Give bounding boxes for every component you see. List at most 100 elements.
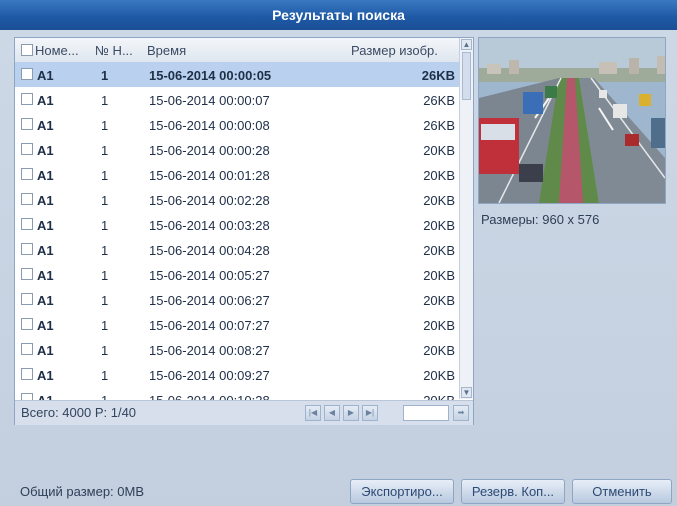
row-checkbox[interactable] (21, 143, 33, 155)
cell-camera: A1 (37, 243, 54, 258)
table-row[interactable]: A1 1 15-06-2014 00:01:28 20KB (15, 162, 459, 187)
cell-time: 15-06-2014 00:02:28 (149, 193, 270, 208)
cell-channel: 1 (101, 293, 109, 308)
table-row[interactable]: A1 1 15-06-2014 00:09:27 20KB (15, 362, 459, 387)
cell-channel: 1 (101, 243, 109, 258)
row-checkbox[interactable] (21, 193, 33, 205)
export-button[interactable]: Экспортиро... (350, 479, 454, 504)
table-row[interactable]: A1 1 15-06-2014 00:03:28 20KB (15, 212, 459, 237)
cell-time: 15-06-2014 00:01:28 (149, 168, 270, 183)
cell-channel: 1 (101, 68, 109, 83)
cell-time: 15-06-2014 00:00:28 (149, 143, 270, 158)
cell-time: 15-06-2014 00:09:27 (149, 368, 270, 383)
page-number-input[interactable] (403, 405, 449, 421)
cell-time: 15-06-2014 00:05:27 (149, 268, 270, 283)
cell-camera: A1 (37, 218, 54, 233)
cell-size: 26KB (423, 118, 455, 133)
cell-channel: 1 (101, 218, 109, 233)
cell-size: 20KB (423, 193, 455, 208)
total-count: Всего: 4000 P: 1/40 (21, 405, 137, 420)
cell-channel: 1 (101, 118, 109, 133)
vertical-scrollbar[interactable]: ▲ ▼ (459, 38, 473, 399)
column-header-camera[interactable]: Номе... (35, 43, 79, 58)
table-body: A1 1 15-06-2014 00:00:05 26KB A1 1 15-06-2014 … (15, 62, 459, 412)
table-row[interactable]: A1 1 15-06-2014 00:00:08 26KB (15, 112, 459, 137)
row-checkbox[interactable] (21, 318, 33, 330)
table-row[interactable]: A1 1 15-06-2014 00:02:28 20KB (15, 187, 459, 212)
cancel-button[interactable]: Отменить (572, 479, 672, 504)
cell-size: 20KB (423, 318, 455, 333)
bottom-bar: Общий размер: 0MB Экспортиро... Резерв. … (0, 466, 677, 506)
table-row[interactable]: A1 1 15-06-2014 00:04:28 20KB (15, 237, 459, 262)
next-page-icon[interactable]: ▶ (343, 405, 359, 421)
backup-button[interactable]: Резерв. Коп... (461, 479, 565, 504)
list-footer: Всего: 4000 P: 1/40 |◀ ◀ ▶ ▶| ➡ (15, 400, 473, 425)
cell-size: 26KB (423, 93, 455, 108)
row-checkbox[interactable] (21, 118, 33, 130)
column-header-time[interactable]: Время (147, 43, 186, 58)
highway-photo (479, 38, 665, 203)
preview-dimensions: Размеры: 960 x 576 (481, 212, 600, 227)
row-checkbox[interactable] (21, 268, 33, 280)
table-row[interactable]: A1 1 15-06-2014 00:00:05 26KB (15, 62, 459, 87)
column-header-size[interactable]: Размер изобр. (351, 43, 438, 58)
scroll-thumb[interactable] (462, 52, 471, 100)
table-row[interactable]: A1 1 15-06-2014 00:07:27 20KB (15, 312, 459, 337)
row-checkbox[interactable] (21, 93, 33, 105)
cell-camera: A1 (37, 93, 54, 108)
prev-page-icon[interactable]: ◀ (324, 405, 340, 421)
cell-size: 20KB (423, 268, 455, 283)
cell-camera: A1 (37, 293, 54, 308)
row-checkbox[interactable] (21, 218, 33, 230)
table-row[interactable]: A1 1 15-06-2014 00:00:07 26KB (15, 87, 459, 112)
total-size-label: Общий размер: 0MB (20, 484, 145, 499)
cell-camera: A1 (37, 118, 54, 133)
select-all-checkbox[interactable] (21, 44, 33, 56)
cell-camera: A1 (37, 193, 54, 208)
cell-channel: 1 (101, 193, 109, 208)
cell-size: 20KB (423, 293, 455, 308)
cell-channel: 1 (101, 143, 109, 158)
cell-camera: A1 (37, 143, 54, 158)
table-row[interactable]: A1 1 15-06-2014 00:06:27 20KB (15, 287, 459, 312)
cell-size: 20KB (423, 343, 455, 358)
column-header-channel[interactable]: № Н... (95, 43, 133, 58)
window-title: Результаты поиска (272, 7, 405, 23)
cell-channel: 1 (101, 318, 109, 333)
cell-channel: 1 (101, 93, 109, 108)
results-list: Номе... № Н... Время Размер изобр. A1 1 15… (14, 37, 474, 425)
row-checkbox[interactable] (21, 168, 33, 180)
cell-time: 15-06-2014 00:06:27 (149, 293, 270, 308)
cell-camera: A1 (37, 168, 54, 183)
row-checkbox[interactable] (21, 343, 33, 355)
cell-time: 15-06-2014 00:08:27 (149, 343, 270, 358)
row-checkbox[interactable] (21, 243, 33, 255)
cell-channel: 1 (101, 268, 109, 283)
table-row[interactable]: A1 1 15-06-2014 00:00:28 20KB (15, 137, 459, 162)
cell-channel: 1 (101, 168, 109, 183)
go-arrow-icon[interactable]: ➡ (453, 405, 469, 421)
cell-time: 15-06-2014 00:07:27 (149, 318, 270, 333)
scroll-up-icon[interactable]: ▲ (461, 39, 472, 50)
table-row[interactable]: A1 1 15-06-2014 00:05:27 20KB (15, 262, 459, 287)
cell-time: 15-06-2014 00:00:07 (149, 93, 270, 108)
table-row[interactable]: A1 1 15-06-2014 00:08:27 20KB (15, 337, 459, 362)
row-checkbox[interactable] (21, 68, 33, 80)
last-page-icon[interactable]: ▶| (362, 405, 378, 421)
cell-time: 15-06-2014 00:03:28 (149, 218, 270, 233)
cell-camera: A1 (37, 343, 54, 358)
row-checkbox[interactable] (21, 368, 33, 380)
cell-time: 15-06-2014 00:00:05 (149, 68, 272, 83)
cell-size: 20KB (423, 168, 455, 183)
row-checkbox[interactable] (21, 293, 33, 305)
cell-channel: 1 (101, 343, 109, 358)
cell-camera: A1 (37, 368, 54, 383)
table-header: Номе... № Н... Время Размер изобр. (15, 38, 459, 63)
title-bar: Результаты поиска (0, 0, 677, 31)
cell-channel: 1 (101, 368, 109, 383)
cell-camera: A1 (37, 268, 54, 283)
scroll-down-icon[interactable]: ▼ (461, 387, 472, 398)
cell-size: 20KB (423, 143, 455, 158)
first-page-icon[interactable]: |◀ (305, 405, 321, 421)
cell-time: 15-06-2014 00:00:08 (149, 118, 270, 133)
